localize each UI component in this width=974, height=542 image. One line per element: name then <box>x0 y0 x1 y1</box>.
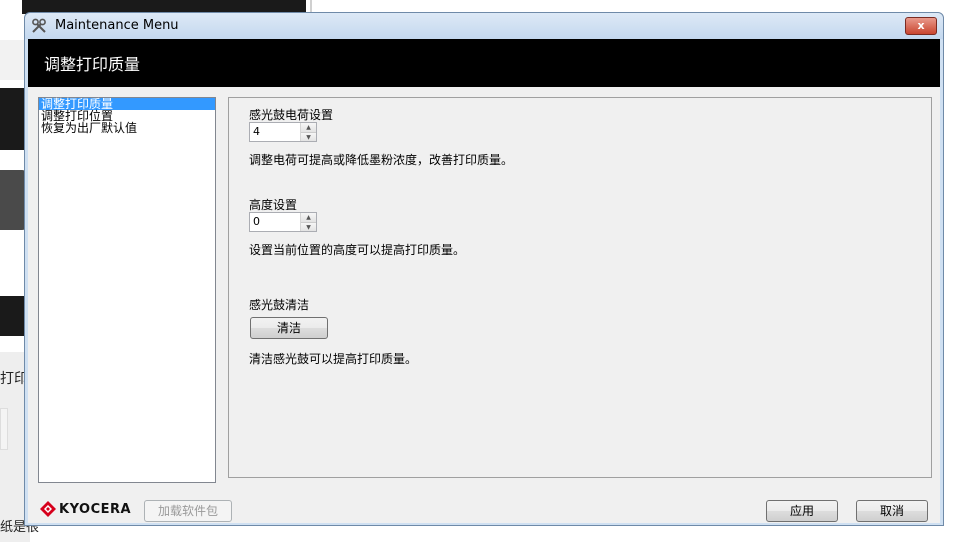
page-header: 调整打印质量 <box>28 39 940 87</box>
cancel-button[interactable]: 取消 <box>856 500 928 522</box>
clean-button[interactable]: 清洁 <box>250 317 328 339</box>
background-box <box>0 408 8 450</box>
load-software-button[interactable]: 加载软件包 <box>144 500 232 522</box>
arrow-down-icon[interactable]: ▼ <box>301 132 316 141</box>
nav-list[interactable]: 调整打印质量 调整打印位置 恢复为出厂默认值 <box>38 97 216 483</box>
kyocera-logo: KYOCERA <box>40 499 131 519</box>
charge-spin-buttons: ▲ ▼ <box>300 123 316 141</box>
charge-value[interactable]: 4 <box>253 125 260 138</box>
altitude-label: 高度设置 <box>249 198 298 212</box>
nav-item-factory-defaults[interactable]: 恢复为出厂默认值 <box>39 122 215 134</box>
close-button[interactable]: x <box>905 17 937 35</box>
arrow-down-icon[interactable]: ▼ <box>301 222 316 231</box>
altitude-value[interactable]: 0 <box>253 215 260 228</box>
settings-panel: 感光鼓电荷设置 4 ▲ ▼ 调整电荷可提高或降低墨粉浓度，改善打印质量。 高度设… <box>228 97 932 478</box>
altitude-spin-buttons: ▲ ▼ <box>300 213 316 231</box>
drum-clean-description: 清洁感光鼓可以提高打印质量。 <box>249 352 418 366</box>
charge-label: 感光鼓电荷设置 <box>249 108 334 122</box>
arrow-up-icon[interactable]: ▲ <box>301 213 316 222</box>
apply-button[interactable]: 应用 <box>766 500 838 522</box>
drum-clean-label: 感光鼓清洁 <box>249 298 310 312</box>
charge-description: 调整电荷可提高或降低墨粉浓度，改善打印质量。 <box>249 153 514 167</box>
dialog-client-area: 调整打印质量 调整打印质量 调整打印位置 恢复为出厂默认值 感光鼓电荷设置 4 … <box>28 39 940 523</box>
maintenance-dialog: Maintenance Menu x 调整打印质量 调整打印质量 调整打印位置 … <box>24 12 944 526</box>
altitude-spinner[interactable]: 0 ▲ ▼ <box>249 212 317 232</box>
kyocera-logo-mark <box>40 501 56 517</box>
altitude-description: 设置当前位置的高度可以提高打印质量。 <box>249 243 466 257</box>
tools-icon <box>30 17 48 35</box>
title-bar[interactable]: Maintenance Menu x <box>25 13 943 39</box>
charge-spinner[interactable]: 4 ▲ ▼ <box>249 122 317 142</box>
arrow-up-icon[interactable]: ▲ <box>301 123 316 132</box>
page-title: 调整打印质量 <box>44 55 141 74</box>
kyocera-logo-text: KYOCERA <box>59 501 132 517</box>
window-title: Maintenance Menu <box>55 18 179 33</box>
